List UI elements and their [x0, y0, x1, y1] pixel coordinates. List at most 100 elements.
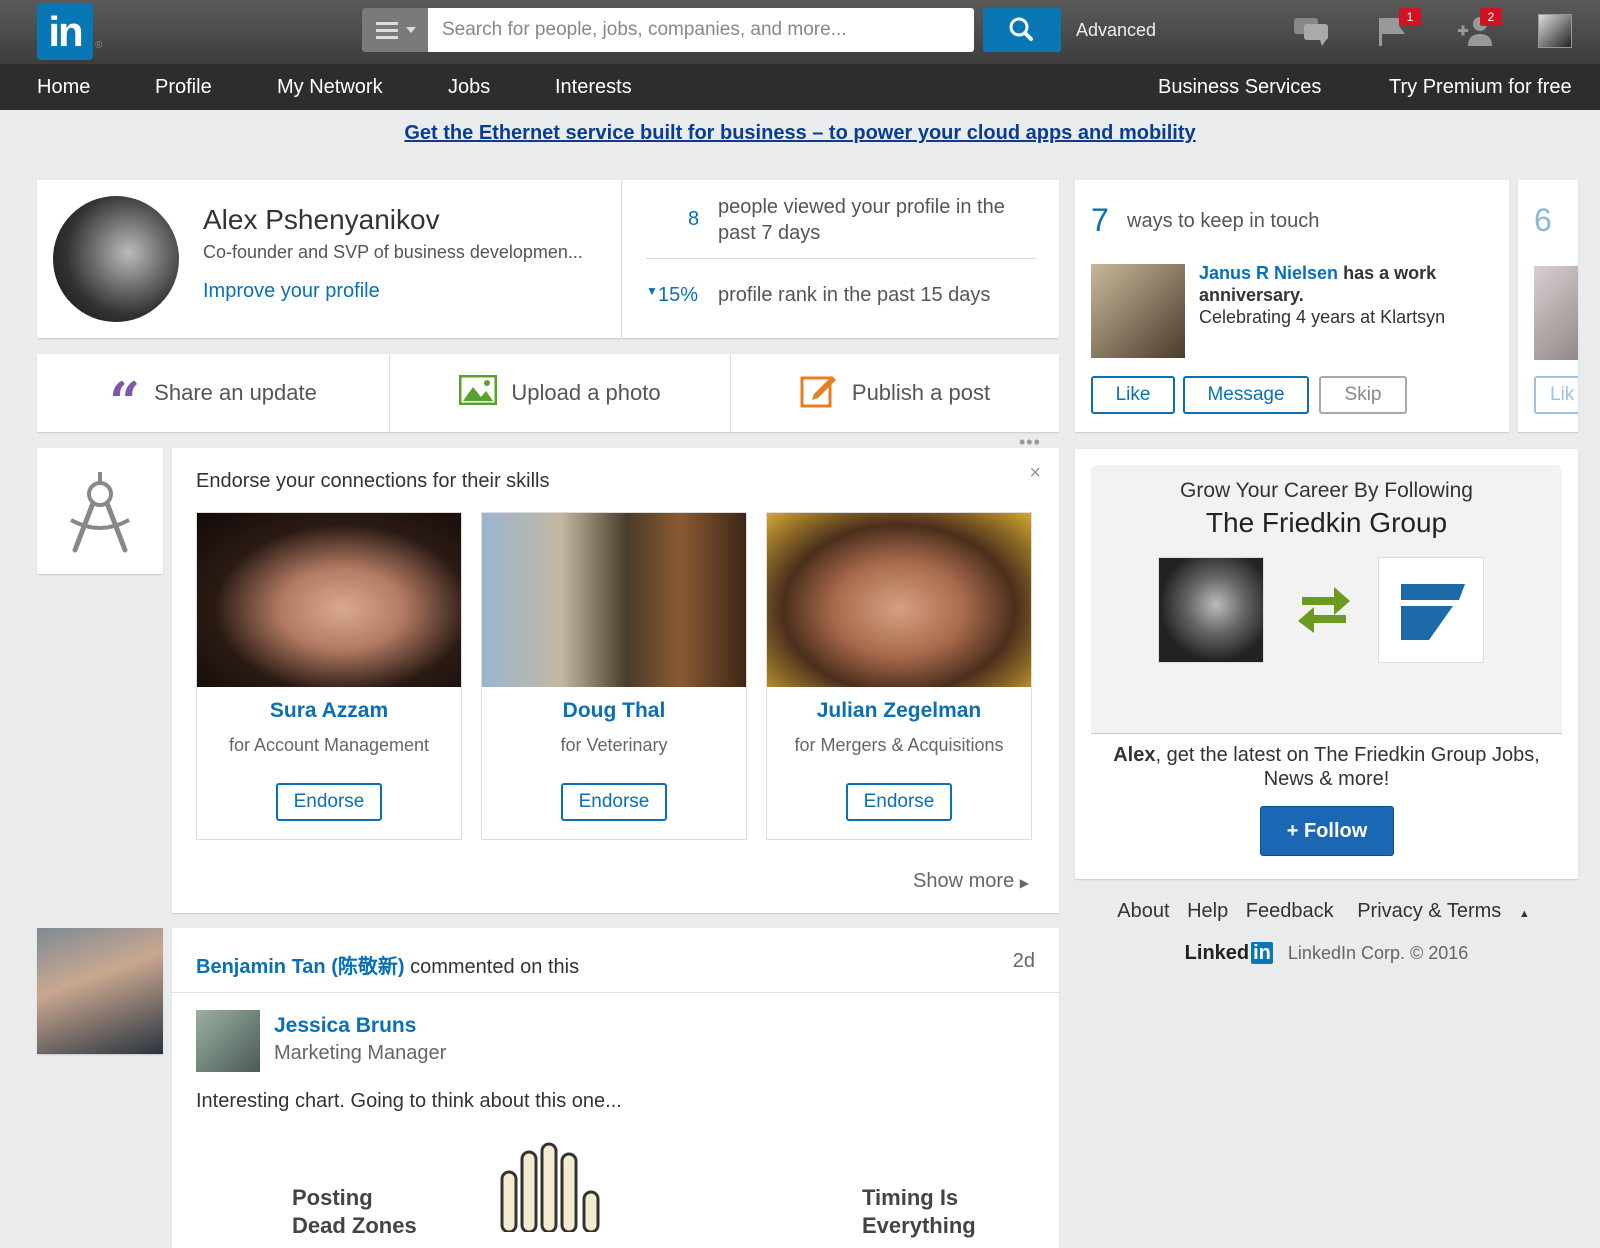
improve-profile-link[interactable]: Improve your profile	[203, 280, 380, 303]
endorse-person-card: Doug Thal for Veterinary Endorse	[481, 512, 747, 840]
next-card-like-button: Lik	[1534, 376, 1578, 414]
top-header: in ® Advanced 1 2	[0, 0, 1600, 64]
me-avatar[interactable]	[1538, 14, 1572, 48]
nav-jobs[interactable]: Jobs	[448, 76, 490, 99]
linkedin-logo[interactable]: in	[37, 4, 93, 60]
search-icon	[1009, 17, 1033, 41]
chevron-down-icon	[406, 27, 416, 33]
keep-in-touch-next-card[interactable]: 6 Lik	[1518, 180, 1578, 432]
post-image-label-right: Timing Is Everything	[862, 1184, 976, 1240]
footer-links: About Help Feedback Privacy & Terms ▲	[1075, 900, 1578, 923]
nav-my-network[interactable]: My Network	[277, 76, 383, 99]
like-button[interactable]: Like	[1091, 376, 1175, 414]
footer-privacy-link[interactable]: Privacy & Terms ▲	[1351, 900, 1536, 922]
stats-divider	[646, 258, 1036, 259]
person-photo[interactable]	[482, 513, 746, 687]
skip-button[interactable]: Skip	[1319, 376, 1407, 414]
nav-profile[interactable]: Profile	[155, 76, 212, 99]
footer-feedback-link[interactable]: Feedback	[1246, 900, 1334, 922]
caret-right-icon: ▶	[1019, 876, 1029, 890]
swap-arrows-icon	[1298, 587, 1350, 633]
footer-corp: Linked in LinkedIn Corp. © 2016	[1075, 942, 1578, 965]
caret-up-icon: ▲	[1518, 908, 1530, 920]
endorse-button[interactable]: Endorse	[561, 783, 667, 821]
profile-headline: Co-founder and SVP of business developme…	[203, 242, 583, 262]
profile-name[interactable]: Alex Pshenyanikov	[203, 204, 440, 236]
profile-avatar[interactable]	[53, 196, 179, 322]
follow-user-name: Alex	[1113, 744, 1156, 766]
profile-rank-text[interactable]: profile rank in the past 15 days	[718, 282, 990, 308]
share-update-label: Share an update	[154, 380, 317, 405]
person-name[interactable]: Sura Azzam	[197, 699, 461, 723]
follow-heading: Grow Your Career By Following	[1180, 479, 1473, 502]
messages-button[interactable]	[1292, 12, 1332, 52]
share-box: “ Share an update Upload a photo Publish…	[37, 354, 1059, 432]
search-category-menu[interactable]	[362, 8, 428, 52]
person-name[interactable]: Doug Thal	[482, 699, 746, 723]
friedkin-logo-icon	[1401, 584, 1465, 640]
menu-icon	[376, 22, 398, 25]
follow-button[interactable]: + Follow	[1260, 806, 1394, 856]
footer-privacy-label: Privacy & Terms	[1357, 900, 1502, 922]
footer-about-link[interactable]: About	[1117, 900, 1169, 922]
contact-name-link[interactable]: Janus R Nielsen	[1199, 263, 1338, 283]
next-card-photo	[1534, 266, 1578, 360]
profile-stats-card: 8 people viewed your profile in the past…	[622, 180, 1059, 338]
footer-help-link[interactable]: Help	[1187, 900, 1228, 922]
user-photo	[1158, 557, 1264, 663]
profile-summary-card: Alex Pshenyanikov Co-founder and SVP of …	[37, 180, 621, 338]
follow-company-name[interactable]: The Friedkin Group	[1091, 507, 1562, 539]
endorse-button[interactable]: Endorse	[276, 783, 382, 821]
footer-linkedin-logo: Linked in	[1185, 942, 1273, 964]
endorse-button[interactable]: Endorse	[846, 783, 952, 821]
person-skill: for Account Management	[228, 735, 430, 755]
person-photo[interactable]	[767, 513, 1031, 687]
follow-ad-banner: Grow Your Career By Following The Friedk…	[1091, 465, 1562, 734]
advanced-search-link[interactable]: Advanced	[1076, 20, 1156, 41]
post-image-label-right-line2: Everything	[862, 1213, 976, 1238]
author-name-link[interactable]: Jessica Bruns	[274, 1014, 416, 1038]
skills-icon-card	[37, 448, 163, 574]
nav-business-services[interactable]: Business Services	[1158, 76, 1321, 99]
keep-in-touch-card: 7 ways to keep in touch Janus R Nielsen …	[1075, 180, 1509, 432]
upload-photo-button[interactable]: Upload a photo	[390, 354, 730, 432]
close-icon[interactable]: ×	[1029, 462, 1041, 485]
registered-mark: ®	[95, 40, 103, 51]
person-name[interactable]: Julian Zegelman	[767, 699, 1031, 723]
message-button[interactable]: Message	[1183, 376, 1309, 414]
nav-home[interactable]: Home	[37, 76, 90, 99]
feed-action: commented on this	[410, 956, 580, 978]
search-input[interactable]	[428, 8, 974, 52]
person-skill: for Veterinary	[560, 735, 668, 755]
profile-views-count[interactable]: 8	[688, 208, 699, 231]
author-avatar[interactable]	[196, 1010, 260, 1072]
post-image-label-left-line1: Posting	[292, 1185, 373, 1210]
follow-company-ad: Grow Your Career By Following The Friedk…	[1075, 449, 1578, 879]
footer-logo-text: Linked	[1184, 942, 1250, 964]
follow-message: Alex, get the latest on The Friedkin Gro…	[1099, 743, 1554, 791]
pencil-edit-icon	[800, 372, 838, 414]
profile-views-text[interactable]: people viewed your profile in the past 7…	[718, 194, 1038, 246]
next-card-count: 6	[1534, 202, 1552, 238]
person-photo[interactable]	[197, 513, 461, 687]
nav-try-premium[interactable]: Try Premium for free	[1389, 76, 1572, 99]
company-logo	[1378, 557, 1484, 663]
nav-interests[interactable]: Interests	[555, 76, 632, 99]
share-update-button[interactable]: “ Share an update	[37, 354, 389, 432]
profile-rank-change[interactable]: 15%	[658, 284, 698, 307]
show-more-link[interactable]: Show more ▶	[913, 870, 1029, 893]
publish-post-button[interactable]: Publish a post	[731, 354, 1059, 432]
actor-name-link[interactable]: Benjamin Tan (陈敬新)	[196, 956, 405, 978]
notifications-button[interactable]: 1	[1375, 8, 1421, 52]
post-image-label-right-line1: Timing Is	[862, 1185, 959, 1210]
hand-illustration[interactable]	[492, 1142, 612, 1232]
actor-avatar[interactable]	[37, 928, 163, 1054]
promo-link[interactable]: Get the Ethernet service built for busin…	[404, 122, 1195, 144]
endorse-connections-card: Endorse your connections for their skill…	[172, 448, 1059, 913]
compass-icon	[70, 472, 130, 553]
invitations-button[interactable]: 2	[1456, 8, 1502, 52]
search-button[interactable]	[983, 8, 1061, 52]
contact-photo[interactable]	[1091, 264, 1185, 358]
person-skill: for Mergers & Acquisitions	[794, 735, 1004, 755]
endorse-person-card: Julian Zegelman for Mergers & Acquisitio…	[766, 512, 1032, 840]
